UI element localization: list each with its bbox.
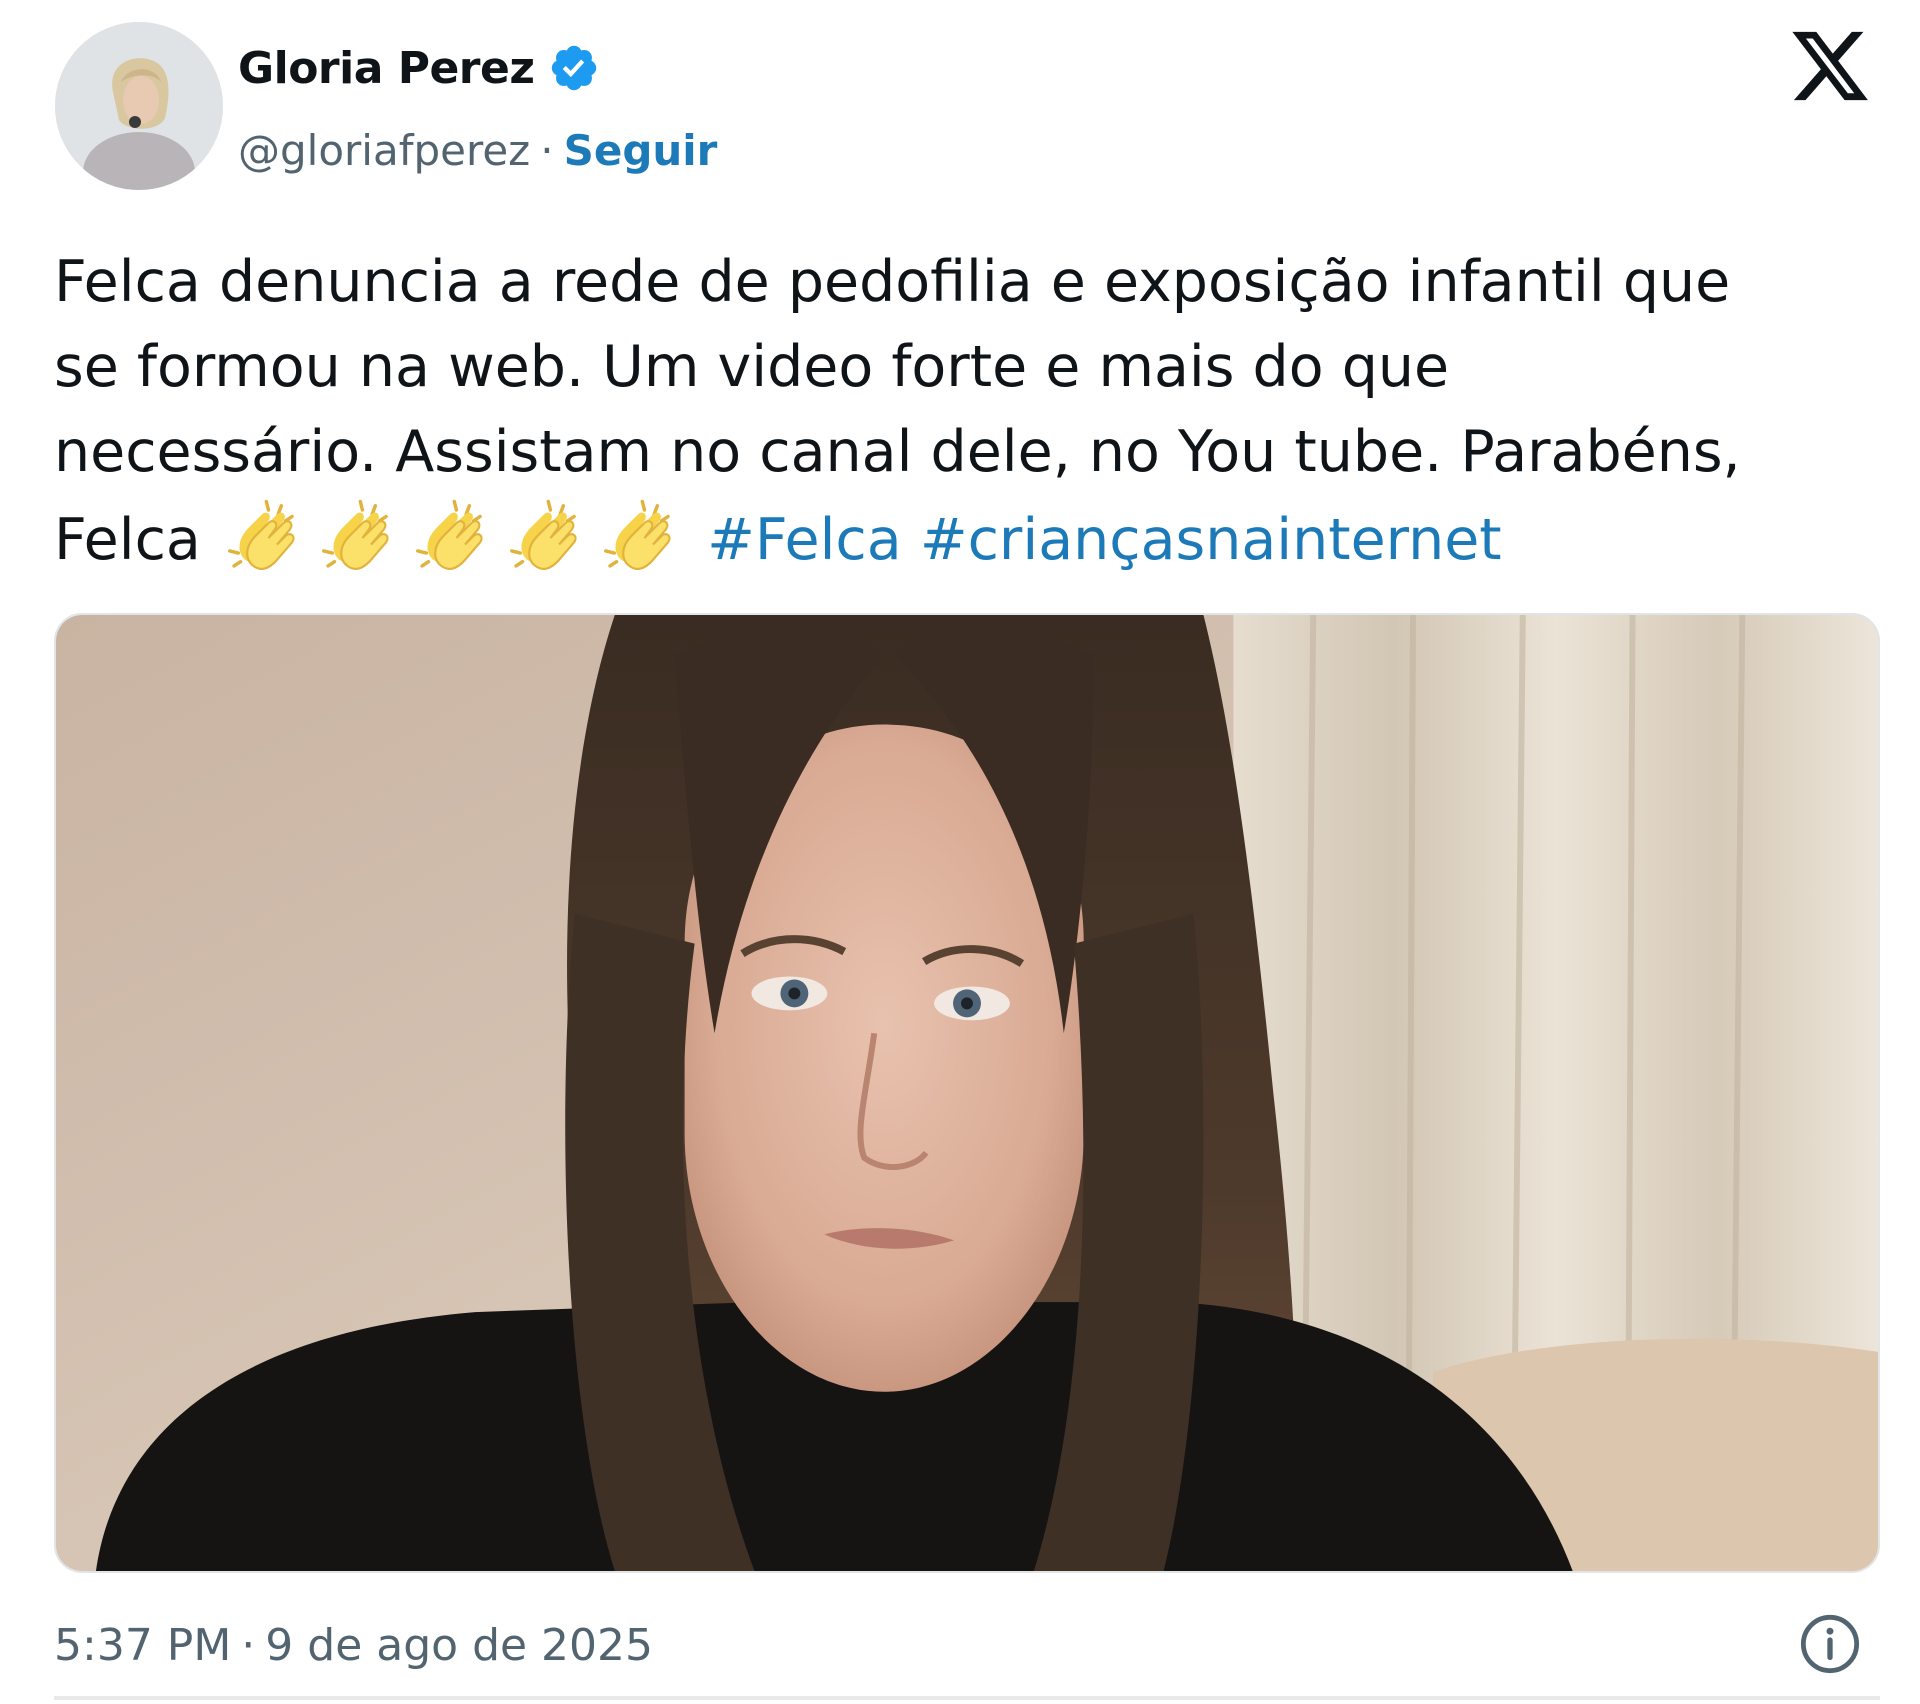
clapping-hands-icon	[501, 495, 587, 581]
tweet-text-line-last: Felca #Felca #criançasnainternet	[54, 495, 1884, 580]
author-name-row: Gloria Perez	[238, 38, 600, 98]
author-handle-row: @gloriafperez · Seguir	[238, 120, 717, 180]
timestamp-separator: ·	[241, 1619, 256, 1671]
x-logo-icon[interactable]	[1788, 24, 1872, 108]
clapping-hands-icon	[219, 495, 305, 581]
verified-badge-icon	[552, 45, 597, 91]
author-display-name[interactable]: Gloria Perez	[238, 43, 535, 94]
tweet-card: Gloria Perez @gloriafperez · Seguir Felc…	[0, 0, 1920, 1704]
tweet-text-line: Felca denuncia a rede de pedofilia e exp…	[54, 249, 1731, 315]
tweet-text-line: necessário. Assistam no canal dele, no Y…	[54, 419, 1741, 485]
tweet-media-image[interactable]	[54, 613, 1880, 1573]
tweet-text-line: se formou na web. Um video forte e mais …	[54, 334, 1450, 400]
clapping-hands-icon	[407, 495, 493, 581]
hashtag-link[interactable]: #criançasnainternet	[920, 507, 1502, 573]
avatar[interactable]	[55, 22, 223, 190]
tweet-text: Felca denuncia a rede de pedofilia e exp…	[54, 240, 1884, 580]
follow-button[interactable]: Seguir	[564, 126, 718, 175]
tweet-text-word: Felca	[54, 507, 201, 573]
timestamp-time: 5:37 PM	[54, 1619, 232, 1671]
info-icon[interactable]	[1798, 1612, 1862, 1676]
clapping-hands-icon	[595, 495, 681, 581]
avatar-image	[55, 22, 223, 190]
handle-separator: ·	[540, 125, 554, 175]
divider	[54, 1696, 1880, 1700]
author-handle[interactable]: @gloriafperez	[238, 126, 530, 175]
timestamp-date: 9 de ago de 2025	[265, 1619, 654, 1671]
clapping-hands-icon	[313, 495, 399, 581]
tweet-timestamp[interactable]: 5:37 PM · 9 de ago de 2025	[54, 1610, 653, 1680]
hashtag-link[interactable]: #Felca	[707, 507, 902, 573]
